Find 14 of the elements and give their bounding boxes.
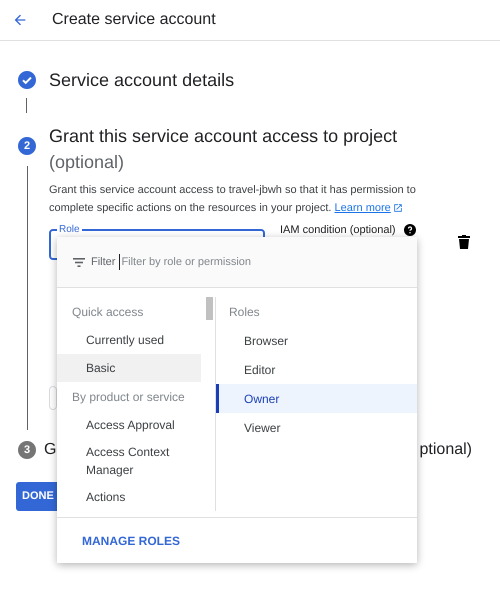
step-title: G [44, 440, 56, 460]
step-title: ptional) [420, 440, 472, 460]
step-title: Grant this service account access to project [49, 125, 398, 148]
step-number: 2 [18, 137, 36, 155]
category-header: By product or service [71, 388, 186, 406]
optional-label: (optional) [49, 151, 126, 174]
step-title: Service account details [49, 68, 234, 92]
roles-header: Roles [228, 304, 261, 320]
page-title: Create service account [52, 10, 216, 30]
category-header: Quick access [71, 304, 144, 320]
condition-label: IAM condition (optional) [280, 224, 396, 236]
step-description: Grant this service account access to travel-jbwh so that it has permission to complete specific actions on the resources in your project. Learn more [49, 181, 459, 217]
filter-label: Filter [91, 254, 116, 270]
step-number: 3 [18, 441, 36, 459]
